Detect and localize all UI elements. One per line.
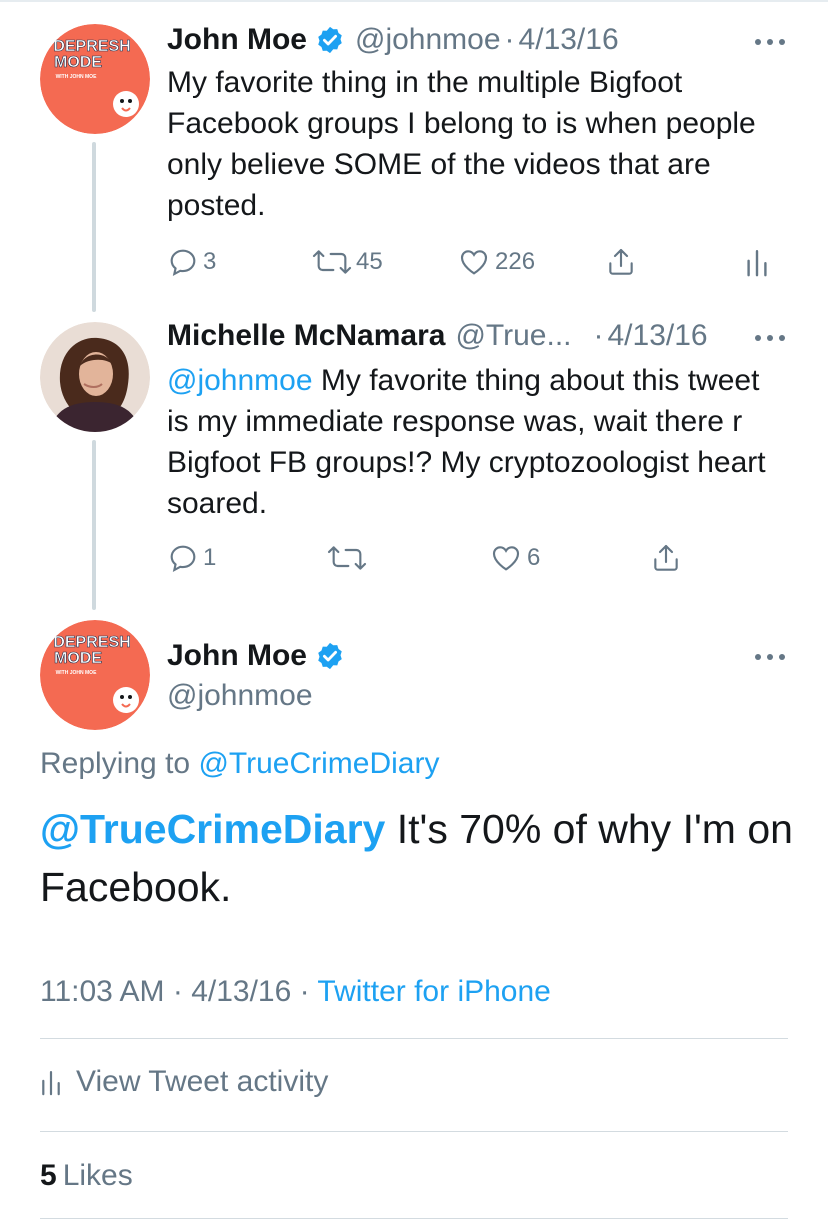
divider [40, 1131, 788, 1132]
avatar-john-moe[interactable]: DEPRESH MODE WITH JOHN MOE [40, 620, 150, 730]
divider [40, 1218, 788, 1219]
divider [40, 1038, 788, 1039]
share-button[interactable] [650, 540, 682, 576]
tweet1-author-name[interactable]: John Moe [167, 23, 307, 57]
avatar-john-moe[interactable]: DEPRESH MODE WITH JOHN MOE [40, 24, 150, 134]
replying-to: Replying to @TrueCrimeDiary [40, 744, 439, 784]
main-tweet-author: John Moe [167, 636, 345, 676]
svg-text:MODE: MODE [54, 650, 102, 667]
tweet2-text: @johnmoe My favorite thing about this tw… [167, 360, 787, 524]
tweet1-handle[interactable]: @johnmoe [355, 23, 501, 57]
verified-icon [315, 25, 345, 55]
retweet-button[interactable] [327, 540, 367, 576]
tweet2-date[interactable]: 4/13/16 [607, 319, 707, 353]
reply-button[interactable]: 3 [167, 244, 216, 280]
retweet-icon [327, 546, 367, 570]
share-button[interactable] [605, 244, 637, 280]
reply-count: 3 [203, 248, 217, 275]
main-tweet-text: @TrueCrimeDiary It's 70% of why I'm on F… [40, 800, 800, 916]
depresh-mode-logo: DEPRESH MODE WITH JOHN MOE [40, 620, 150, 730]
tweet2-author-name[interactable]: Michelle McNamara [167, 319, 445, 353]
main-tweet-mention[interactable]: @TrueCrimeDiary [40, 806, 385, 852]
tweet1-actions: 3 45 226 [167, 244, 787, 280]
tweet-timestamp: 11:03 AM · 4/13/16 · Twitter for iPhone [40, 975, 551, 1008]
profile-photo [40, 322, 150, 432]
tweet2-handle[interactable]: @True... [455, 319, 571, 353]
view-tweet-activity-label: View Tweet activity [76, 1065, 329, 1098]
reply-button[interactable]: 1 [167, 540, 216, 576]
tweet1-date[interactable]: 4/13/16 [519, 23, 619, 57]
reply-icon [170, 249, 196, 277]
tweet-source[interactable]: Twitter for iPhone [317, 975, 550, 1008]
like-icon [492, 546, 520, 571]
retweet-count: 45 [356, 248, 383, 275]
likes-label: Likes [62, 1159, 133, 1192]
svg-text:WITH JOHN MOE: WITH JOHN MOE [56, 74, 97, 80]
likes-count: 5 [40, 1159, 57, 1192]
like-count: 226 [495, 248, 536, 275]
like-button[interactable]: 6 [489, 540, 540, 576]
more-icon[interactable] [752, 331, 788, 343]
tweet2-actions: 1 6 [167, 540, 787, 576]
share-icon [609, 248, 633, 275]
depresh-mode-logo: DEPRESH MODE WITH JOHN MOE [40, 24, 150, 134]
thread-connector [92, 440, 96, 610]
verified-icon [315, 641, 345, 671]
main-author-name[interactable]: John Moe [167, 639, 307, 673]
reply-icon [170, 545, 196, 573]
tweet2-mention[interactable]: @johnmoe [167, 364, 313, 397]
avatar-michelle-mcnamara[interactable] [40, 322, 150, 432]
separator-dot: · [593, 319, 604, 352]
analytics-icon [42, 1071, 60, 1096]
thread-connector [92, 142, 96, 312]
more-icon[interactable] [752, 35, 788, 47]
likes-summary[interactable]: 5 Likes [40, 1156, 133, 1196]
analytics-icon [747, 250, 767, 277]
retweet-icon [312, 250, 352, 274]
analytics-button[interactable] [745, 244, 769, 280]
tweet1-header: John Moe @johnmoe · 4/13/16 [167, 20, 619, 60]
top-divider [0, 0, 828, 2]
tweet2-header: Michelle McNamara @True... · 4/13/16 [167, 316, 708, 356]
replying-to-label: Replying to [40, 747, 199, 780]
svg-text:DEPRESH: DEPRESH [53, 38, 130, 55]
tweet-date: 4/13/16 [191, 975, 292, 1008]
tweet-time: 11:03 AM [40, 975, 165, 1008]
svg-text:WITH JOHN MOE: WITH JOHN MOE [56, 670, 97, 676]
view-tweet-activity[interactable]: View Tweet activity [40, 1062, 328, 1102]
svg-text:MODE: MODE [54, 54, 102, 71]
tweet1-text: My favorite thing in the multiple Bigfoo… [167, 66, 756, 222]
retweet-button[interactable]: 45 [312, 244, 383, 280]
like-count: 6 [527, 544, 541, 571]
like-icon [460, 250, 488, 275]
share-icon [654, 544, 678, 571]
svg-text:DEPRESH: DEPRESH [53, 634, 130, 651]
like-button[interactable]: 226 [457, 244, 535, 280]
reply-count: 1 [203, 544, 217, 571]
replying-to-handle[interactable]: @TrueCrimeDiary [198, 747, 439, 780]
separator-dot: · [504, 23, 515, 56]
main-author-handle[interactable]: @johnmoe [167, 676, 313, 716]
more-icon[interactable] [752, 650, 788, 662]
